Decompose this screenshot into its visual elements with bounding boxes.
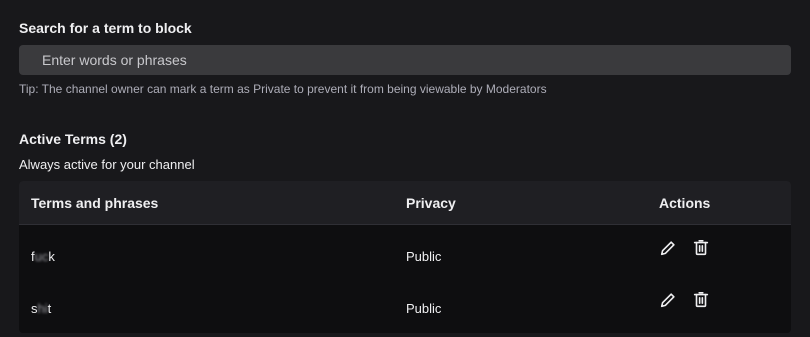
term-cell: shit: [31, 301, 51, 316]
table-row: fuck Public: [19, 225, 791, 275]
table-header: Terms and phrases Privacy Actions: [19, 181, 791, 225]
term-blurred-part: uc: [34, 249, 49, 264]
term-visible-end: k: [48, 249, 55, 264]
header-terms: Terms and phrases: [31, 195, 159, 211]
trash-icon[interactable]: [691, 290, 711, 310]
active-terms-subtitle: Always active for your channel: [19, 157, 195, 172]
blocked-terms-panel: Search for a term to block Tip: The chan…: [7, 4, 805, 336]
privacy-cell: Public: [406, 301, 442, 316]
term-blurred-part: hi: [37, 301, 48, 316]
term-visible-start: s: [31, 301, 38, 316]
header-actions: Actions: [659, 195, 711, 211]
privacy-cell: Public: [406, 249, 442, 264]
privacy-tip: Tip: The channel owner can mark a term a…: [19, 82, 547, 96]
row-actions: [658, 238, 711, 258]
search-section-title: Search for a term to block: [19, 20, 192, 36]
active-terms-title: Active Terms (2): [19, 131, 127, 147]
term-search-input[interactable]: [19, 45, 791, 75]
term-visible-end: t: [47, 301, 52, 316]
pencil-icon[interactable]: [658, 290, 678, 310]
pencil-icon[interactable]: [658, 238, 678, 258]
table-row: shit Public: [19, 277, 791, 327]
terms-table: Terms and phrases Privacy Actions fuck P…: [19, 181, 791, 333]
row-actions: [658, 290, 711, 310]
trash-icon[interactable]: [691, 238, 711, 258]
term-cell: fuck: [31, 249, 55, 264]
header-privacy: Privacy: [406, 195, 456, 211]
